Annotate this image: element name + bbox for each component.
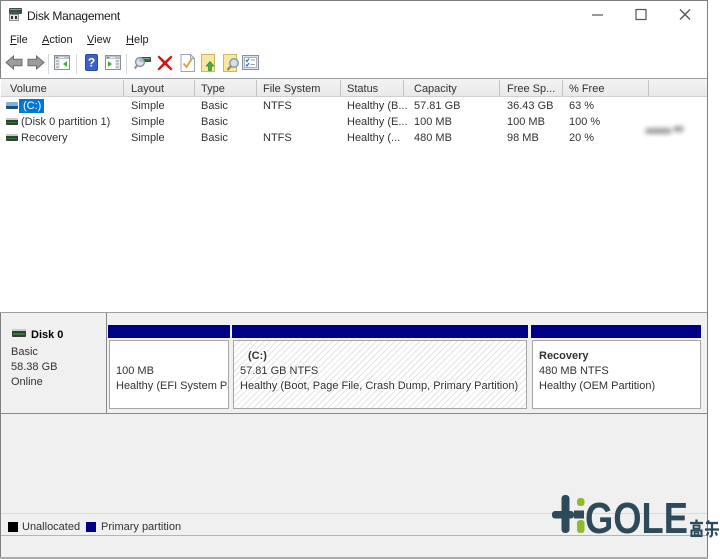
svg-text:?: ? bbox=[88, 56, 95, 70]
svg-text:GOLE: GOLE bbox=[585, 494, 688, 540]
